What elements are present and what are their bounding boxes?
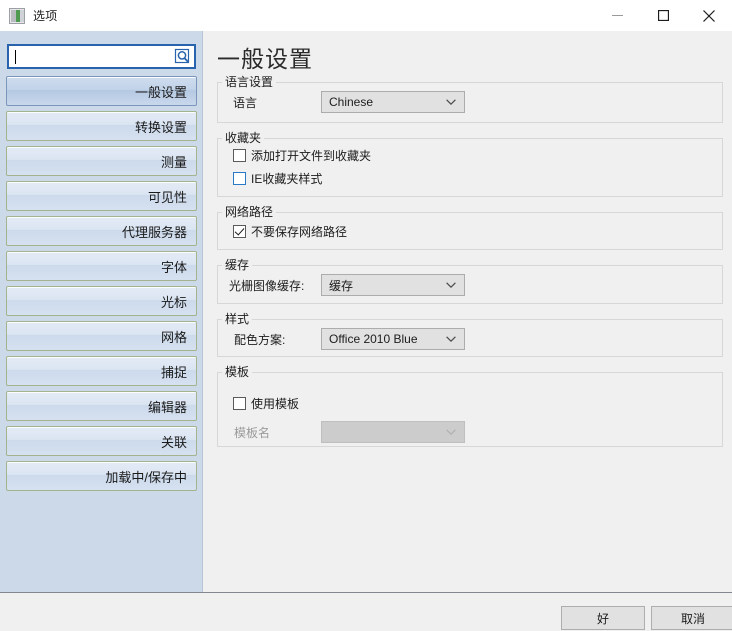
- language-select[interactable]: Chinese: [321, 91, 465, 113]
- options-app-icon: [9, 7, 25, 24]
- color-scheme-value: Office 2010 Blue: [329, 332, 418, 346]
- group-favorites-legend: 收藏夹: [222, 129, 265, 146]
- language-label: 语言: [233, 96, 258, 110]
- search-input[interactable]: [14, 47, 172, 66]
- add-open-file-to-favorites-label: 添加打开文件到收藏夹: [251, 149, 372, 163]
- group-style-legend: 样式: [222, 310, 253, 327]
- sidebar-item-fonts[interactable]: 字体: [6, 251, 197, 281]
- sidebar-item-label: 关联: [160, 434, 187, 450]
- color-scheme-row: 配色方案:: [234, 331, 285, 348]
- language-select-value: Chinese: [329, 95, 374, 109]
- options-dialog: 选项 一般设置 转换设置 测量 可见性 代理服务器 字体 光标 网格 捕捉 编辑…: [0, 0, 732, 631]
- add-open-file-to-favorites-checkbox[interactable]: [233, 149, 246, 162]
- search-box[interactable]: [7, 44, 196, 69]
- ie-favorites-style-label: IE收藏夹样式: [251, 172, 323, 186]
- sidebar-item-label: 字体: [160, 259, 187, 275]
- minimize-icon[interactable]: [594, 0, 640, 31]
- maximize-icon[interactable]: [640, 0, 686, 31]
- color-scheme-select[interactable]: Office 2010 Blue: [321, 328, 465, 350]
- raster-cache-row: 光栅图像缓存:: [229, 277, 304, 294]
- template-name-label: 模板名: [234, 426, 271, 440]
- close-icon[interactable]: [686, 0, 732, 31]
- chevron-down-icon: [446, 429, 456, 436]
- group-style: 样式 配色方案: Office 2010 Blue: [217, 310, 723, 357]
- group-network-path-legend: 网络路径: [222, 203, 277, 220]
- main-panel: 一般设置 语言设置 语言 Chinese 收藏夹 添加打开文件到收藏夹 IE收藏…: [204, 31, 732, 592]
- template-name-select: [321, 421, 465, 443]
- dialog-footer: 好 取消: [0, 592, 732, 631]
- settings-nav-list: 一般设置 转换设置 测量 可见性 代理服务器 字体 光标 网格 捕捉 编辑器 关…: [6, 76, 197, 496]
- ie-favorites-style-row[interactable]: IE收藏夹样式: [233, 170, 322, 187]
- group-cache-legend: 缓存: [222, 256, 253, 273]
- sidebar-item-snap[interactable]: 捕捉: [6, 356, 197, 386]
- cancel-button[interactable]: 取消: [651, 606, 732, 630]
- ie-favorites-style-checkbox[interactable]: [233, 172, 246, 185]
- sidebar-item-label: 可见性: [147, 189, 187, 205]
- sidebar-item-label: 代理服务器: [121, 224, 187, 240]
- sidebar-item-proxy-server[interactable]: 代理服务器: [6, 216, 197, 246]
- page-title: 一般设置: [217, 46, 313, 72]
- template-name-row: 模板名: [234, 424, 270, 441]
- window-controls: [594, 0, 732, 31]
- add-open-file-to-favorites-row[interactable]: 添加打开文件到收藏夹: [233, 147, 371, 164]
- title-bar: 选项: [0, 0, 732, 31]
- chevron-down-icon: [446, 99, 456, 106]
- color-scheme-label: 配色方案:: [234, 333, 286, 347]
- group-cache: 缓存 光栅图像缓存: 缓存: [217, 256, 723, 304]
- ok-button-label: 好: [596, 611, 609, 626]
- group-favorites: 收藏夹 添加打开文件到收藏夹 IE收藏夹样式: [217, 129, 723, 197]
- cancel-button-label: 取消: [680, 611, 705, 626]
- raster-image-cache-value: 缓存: [329, 278, 354, 293]
- window-title: 选项: [33, 8, 58, 23]
- use-template-row[interactable]: 使用模板: [233, 395, 299, 412]
- chevron-down-icon: [446, 336, 456, 343]
- group-template: 模板 使用模板 模板名: [217, 363, 723, 447]
- sidebar-item-conversion[interactable]: 转换设置: [6, 111, 197, 141]
- dont-save-network-path-row[interactable]: 不要保存网络路径: [233, 223, 347, 240]
- group-template-legend: 模板: [222, 363, 253, 380]
- group-network-path: 网络路径 不要保存网络路径: [217, 203, 723, 250]
- sidebar-item-visibility[interactable]: 可见性: [6, 181, 197, 211]
- use-template-checkbox[interactable]: [233, 397, 246, 410]
- text-caret: [15, 50, 16, 64]
- search-icon[interactable]: [174, 48, 191, 65]
- dont-save-network-path-label: 不要保存网络路径: [251, 225, 348, 239]
- sidebar-item-association[interactable]: 关联: [6, 426, 197, 456]
- sidebar-item-label: 一般设置: [134, 84, 187, 100]
- ok-button[interactable]: 好: [561, 606, 645, 630]
- sidebar-item-label: 转换设置: [134, 119, 187, 135]
- sidebar-item-label: 网格: [160, 329, 187, 345]
- sidebar-item-label: 捕捉: [160, 364, 187, 380]
- sidebar-item-label: 测量: [160, 154, 187, 170]
- sidebar-item-measure[interactable]: 测量: [6, 146, 197, 176]
- sidebar-item-label: 光标: [160, 294, 187, 310]
- sidebar-item-cursor[interactable]: 光标: [6, 286, 197, 316]
- language-row: 语言: [233, 94, 257, 111]
- group-language-legend: 语言设置: [222, 73, 277, 90]
- raster-image-cache-select[interactable]: 缓存: [321, 274, 465, 296]
- use-template-label: 使用模板: [251, 397, 300, 411]
- sidebar-item-grid[interactable]: 网格: [6, 321, 197, 351]
- raster-image-cache-label: 光栅图像缓存:: [229, 279, 305, 293]
- sidebar-item-editor[interactable]: 编辑器: [6, 391, 197, 421]
- group-language: 语言设置 语言 Chinese: [217, 73, 723, 123]
- sidebar-item-general[interactable]: 一般设置: [6, 76, 197, 106]
- sidebar: 一般设置 转换设置 测量 可见性 代理服务器 字体 光标 网格 捕捉 编辑器 关…: [0, 31, 203, 592]
- chevron-down-icon: [446, 282, 456, 289]
- sidebar-item-label: 编辑器: [147, 399, 187, 415]
- sidebar-item-label: 加载中/保存中: [105, 469, 187, 485]
- dont-save-network-path-checkbox[interactable]: [233, 225, 246, 238]
- sidebar-item-loading-saving[interactable]: 加载中/保存中: [6, 461, 197, 491]
